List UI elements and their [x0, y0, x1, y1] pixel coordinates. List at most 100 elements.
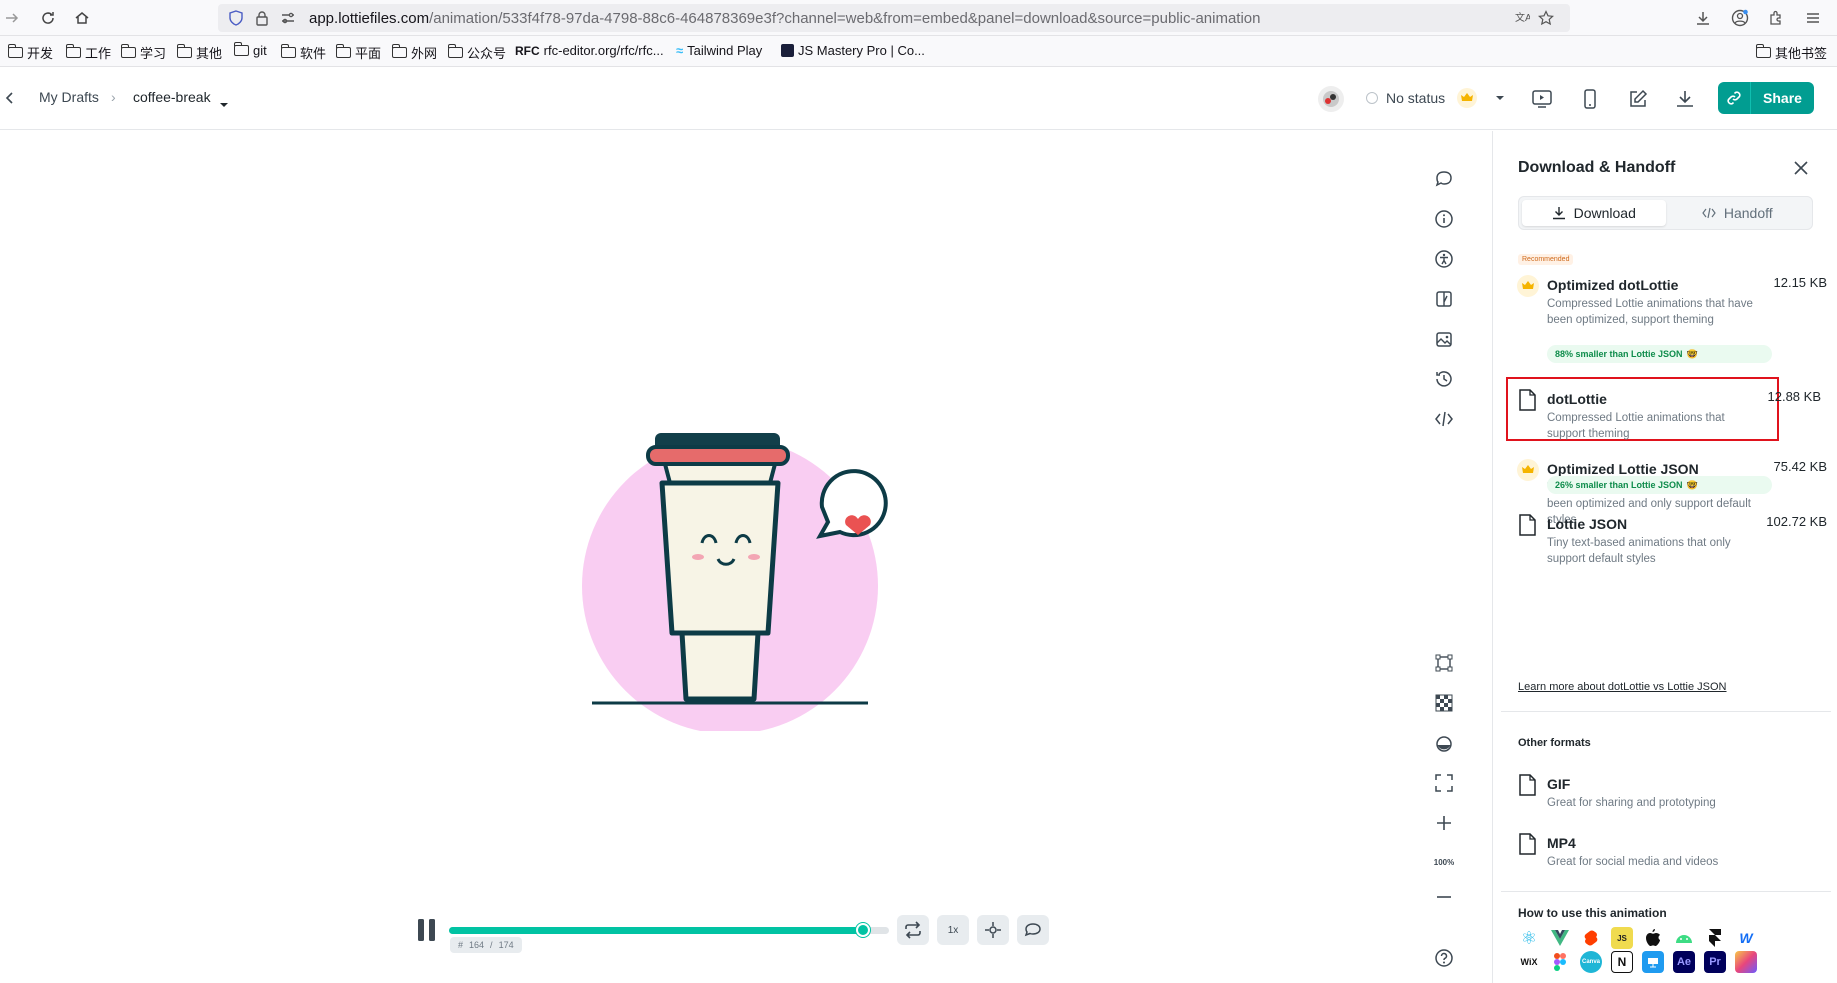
- vue-logo[interactable]: [1549, 927, 1571, 949]
- avatar[interactable]: [1318, 86, 1344, 112]
- permissions-icon[interactable]: [278, 8, 298, 28]
- keynote-logo[interactable]: [1642, 951, 1664, 973]
- format-title: Lottie JSON: [1547, 516, 1628, 532]
- bookmark-label: rfc-editor.org/rfc/rfc...: [543, 43, 664, 58]
- bookmark-folder[interactable]: 工作: [66, 43, 111, 62]
- react-logo[interactable]: ⚛: [1518, 927, 1540, 949]
- bookmark-folder[interactable]: git: [234, 42, 267, 58]
- transparency-grid-icon[interactable]: [1432, 691, 1456, 715]
- mobile-preview-icon[interactable]: [1579, 88, 1601, 110]
- webflow-logo[interactable]: W: [1735, 927, 1757, 949]
- bounding-box-icon[interactable]: [1432, 651, 1456, 675]
- figma-logo[interactable]: [1549, 951, 1571, 973]
- zoom-out-icon[interactable]: [1432, 885, 1456, 909]
- folder-icon: [1756, 44, 1771, 58]
- format-description: Great for social media and videos: [1547, 856, 1719, 868]
- menu-icon[interactable]: [1803, 8, 1823, 28]
- format-gif[interactable]: GIF Great for sharing and prototyping: [1507, 774, 1827, 809]
- home-icon[interactable]: [70, 6, 94, 30]
- edit-icon[interactable]: [1627, 88, 1649, 110]
- format-dotlottie[interactable]: dotLottie 12.88 KB Compressed Lottie ani…: [1507, 389, 1827, 440]
- image-edit-icon[interactable]: [1432, 327, 1456, 351]
- app-logos-row: ⚛ JS W: [1518, 927, 1757, 949]
- share-button[interactable]: Share: [1751, 82, 1814, 114]
- progress-handle[interactable]: [855, 923, 870, 937]
- format-optimized-dotlottie[interactable]: Optimized dotLottie 12.15 KB Compressed …: [1507, 275, 1827, 345]
- shield-icon[interactable]: [226, 8, 246, 28]
- download-icon[interactable]: [1693, 8, 1713, 28]
- apple-logo[interactable]: [1642, 927, 1664, 949]
- other-formats-title: Other formats: [1518, 737, 1591, 749]
- after-effects-logo[interactable]: Ae: [1673, 951, 1695, 973]
- background-color-icon[interactable]: [1432, 731, 1456, 755]
- tab-handoff[interactable]: Handoff: [1666, 200, 1810, 226]
- loop-button[interactable]: [897, 915, 929, 945]
- bookmarks-bar: 开发 工作 学习 其他 git 软件 平面 外网 公众号 RFC rfc-edit…: [0, 36, 1837, 67]
- progress-slider[interactable]: [449, 923, 889, 937]
- folder-icon: [234, 42, 249, 56]
- forward-icon[interactable]: [0, 6, 24, 30]
- comment-mode-button[interactable]: [1017, 915, 1049, 945]
- history-icon[interactable]: [1432, 367, 1456, 391]
- back-icon[interactable]: [4, 91, 16, 110]
- comment-icon[interactable]: [1432, 167, 1456, 191]
- bookmark-folder[interactable]: 其他: [177, 43, 222, 62]
- bookmark-jsmastery[interactable]: JS Mastery Pro | Co...: [781, 43, 925, 58]
- bookmark-tailwind[interactable]: ≈ Tailwind Play: [676, 43, 762, 58]
- bookmark-folder[interactable]: 开发: [8, 43, 53, 62]
- pause-button[interactable]: [416, 918, 438, 942]
- format-title: GIF: [1547, 776, 1571, 792]
- zoom-in-icon[interactable]: [1432, 811, 1456, 835]
- comment-icon: [1024, 923, 1041, 937]
- bookmark-folder[interactable]: 外网: [392, 43, 437, 62]
- premiere-logo[interactable]: Pr: [1704, 951, 1726, 973]
- preview-icon[interactable]: [1531, 88, 1553, 110]
- extensions-icon[interactable]: [1766, 8, 1786, 28]
- format-description: Tiny text-based animations that only sup…: [1547, 537, 1731, 565]
- star-icon[interactable]: [1536, 8, 1556, 28]
- url-bar[interactable]: app.lottiefiles.com/animation/533f4f78-9…: [218, 4, 1570, 32]
- lock-icon[interactable]: [252, 8, 272, 28]
- notion-logo[interactable]: N: [1611, 951, 1633, 973]
- folder-icon: [392, 44, 407, 58]
- status-dropdown[interactable]: No status: [1366, 88, 1505, 108]
- close-icon[interactable]: [1791, 158, 1811, 178]
- format-lottie-json[interactable]: Lottie JSON 102.72 KB Tiny text-based an…: [1507, 514, 1827, 565]
- bookmark-folder[interactable]: 学习: [121, 43, 166, 62]
- bookmark-label: 其他: [196, 46, 223, 61]
- bookmark-rfc[interactable]: RFC rfc-editor.org/rfc/rfc...: [515, 43, 664, 58]
- accessibility-icon[interactable]: [1432, 247, 1456, 271]
- help-icon[interactable]: [1432, 946, 1456, 970]
- reload-icon[interactable]: [36, 6, 60, 30]
- format-mp4[interactable]: MP4 Great for social media and videos: [1507, 833, 1827, 868]
- bookmark-folder[interactable]: 平面: [336, 43, 381, 62]
- translate-icon[interactable]: 文A: [1512, 8, 1532, 28]
- final-cut-logo[interactable]: [1735, 951, 1757, 973]
- code-icon[interactable]: [1432, 407, 1456, 431]
- other-bookmarks[interactable]: 其他书签: [1756, 43, 1827, 62]
- framer-logo[interactable]: [1704, 927, 1726, 949]
- svelte-logo[interactable]: [1580, 927, 1602, 949]
- bookmark-folder[interactable]: 软件: [281, 43, 326, 62]
- speed-button[interactable]: 1x: [937, 915, 969, 945]
- learn-more-link[interactable]: Learn more about dotLottie vs Lottie JSO…: [1518, 681, 1727, 693]
- savings-badge: 88% smaller than Lottie JSON 🤓: [1547, 345, 1772, 363]
- bookmark-folder[interactable]: 公众号: [448, 43, 506, 62]
- breadcrumb-file-name[interactable]: coffee-break: [133, 89, 211, 105]
- tab-download[interactable]: Download: [1522, 200, 1666, 226]
- android-logo[interactable]: [1673, 927, 1695, 949]
- js-logo[interactable]: JS: [1611, 927, 1633, 949]
- account-icon[interactable]: [1730, 8, 1750, 28]
- wix-logo[interactable]: WiX: [1518, 951, 1540, 973]
- fullscreen-icon[interactable]: [1432, 771, 1456, 795]
- copy-link-button[interactable]: [1718, 82, 1751, 114]
- download-icon[interactable]: [1674, 88, 1696, 110]
- breadcrumb-my-drafts[interactable]: My Drafts: [39, 89, 99, 105]
- canva-logo[interactable]: Canva: [1580, 951, 1602, 973]
- frame-prefix: #: [458, 940, 464, 950]
- bookmark-label: git: [253, 43, 267, 58]
- info-icon[interactable]: [1432, 207, 1456, 231]
- file-dropdown-icon[interactable]: [219, 95, 229, 113]
- bounce-button[interactable]: [977, 915, 1009, 945]
- theming-icon[interactable]: [1432, 287, 1456, 311]
